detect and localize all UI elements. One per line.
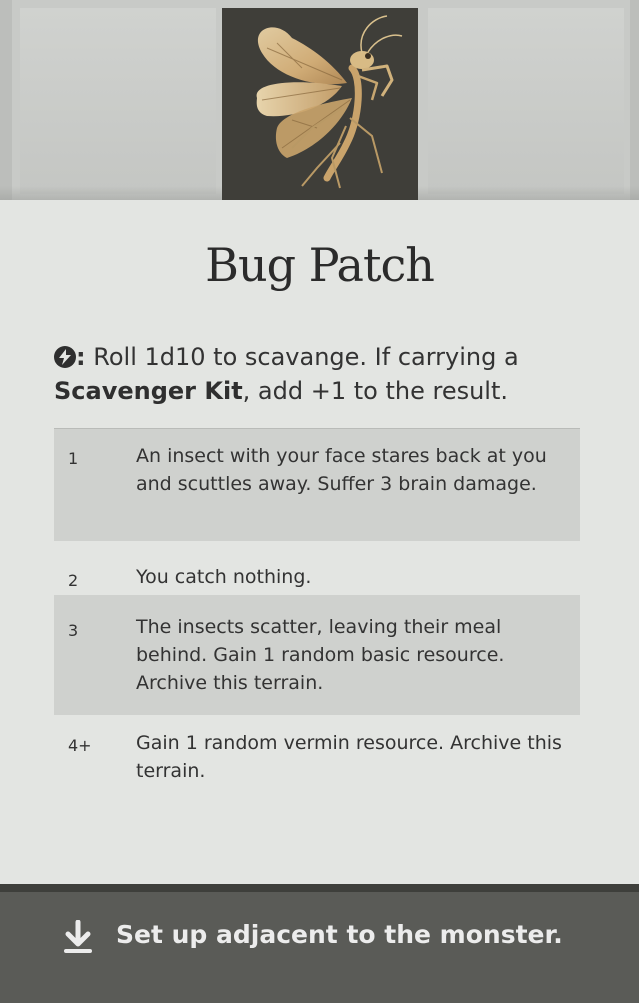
lightning-bolt-icon: [54, 346, 76, 368]
instruction-colon: :: [76, 343, 86, 371]
scavenger-kit-label: Scavenger Kit: [54, 377, 243, 405]
footer-border: [0, 884, 639, 892]
roll-result: You catch nothing.: [136, 566, 312, 588]
setup-instruction: Set up adjacent to the monster.: [116, 920, 563, 949]
table-row: 1 An insect with your face stares back a…: [54, 429, 580, 541]
banner-edge: [630, 0, 639, 200]
roll-value: 4+: [68, 736, 92, 755]
table-row: 3 The insects scatter, leaving their mea…: [54, 595, 580, 715]
card-art: [222, 8, 418, 200]
roll-result: Gain 1 random vermin resource. Archive t…: [136, 732, 562, 782]
roll-value: 2: [68, 571, 79, 590]
card-banner: [0, 0, 639, 200]
roll-result: The insects scatter, leaving their meal …: [136, 616, 505, 694]
roll-value: 3: [68, 621, 79, 640]
card-title: Bug Patch: [205, 238, 435, 292]
terrain-card: Bug Patch : Roll 1d10 to scavange. If ca…: [0, 0, 639, 1003]
roll-value: 1: [68, 449, 79, 468]
roll-result: An insect with your face stares back at …: [136, 445, 547, 495]
banner-edge: [0, 0, 12, 200]
instruction-text-before: Roll 1d10 to scavange. If carrying a: [93, 343, 519, 371]
instruction-text-after: , add +1 to the result.: [242, 377, 509, 405]
banner-tile-left: [20, 8, 216, 194]
table-row: 2 You catch nothing.: [54, 541, 580, 595]
outcome-table: 1 An insect with your face stares back a…: [54, 428, 580, 795]
table-row: 4+ Gain 1 random vermin resource. Archiv…: [54, 715, 580, 795]
card-instruction: : Roll 1d10 to scavange. If carrying a S…: [54, 340, 594, 408]
banner-tile-right: [428, 8, 624, 194]
mantis-insect-illustration: [256, 15, 403, 189]
download-arrow-icon: [64, 919, 92, 958]
